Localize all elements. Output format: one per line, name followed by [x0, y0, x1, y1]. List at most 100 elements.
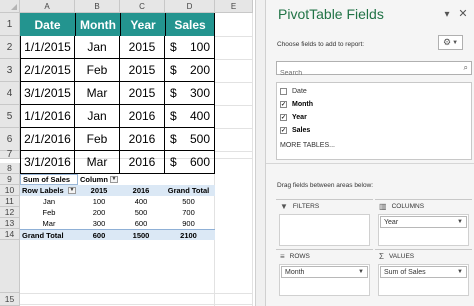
column-header-a[interactable]: A	[20, 0, 75, 13]
column-header-e[interactable]: E	[215, 0, 253, 13]
row-header-4[interactable]: 4	[0, 82, 20, 105]
field-month[interactable]: ✓ Month	[280, 99, 313, 110]
column-header-d[interactable]: D	[165, 0, 215, 13]
column-header-b[interactable]: B	[75, 0, 120, 13]
pivot-cell[interactable]: 700	[162, 207, 215, 218]
field-year[interactable]: ✓ Year	[280, 112, 307, 123]
spreadsheet-grid[interactable]: A B C D E 1 2 3 4 5 6 7 Date Month Year …	[0, 0, 265, 306]
pivot-row-label[interactable]: Jan	[20, 196, 78, 207]
field-date[interactable]: Date	[280, 86, 307, 97]
cell-date[interactable]: 1/1/2016	[20, 105, 75, 128]
rows-field-chip[interactable]: Month ▼	[281, 266, 368, 278]
select-all-corner[interactable]	[0, 0, 20, 13]
table-header-year[interactable]: Year	[120, 13, 165, 36]
cell-date[interactable]: 3/1/2015	[20, 82, 75, 105]
checkbox[interactable]	[280, 88, 287, 95]
table-header-month[interactable]: Month	[75, 13, 120, 36]
search-input[interactable]	[277, 67, 455, 80]
cell-sales[interactable]: $100	[165, 36, 215, 59]
pivot-cell[interactable]: 500	[162, 196, 215, 207]
row-header-11[interactable]: 11	[0, 196, 20, 207]
cell-date[interactable]: 1/1/2015	[20, 36, 75, 59]
cell-year[interactable]: 2016	[120, 128, 165, 151]
cell-year[interactable]: 2015	[120, 59, 165, 82]
pivot-year-header[interactable]: 2016	[120, 185, 162, 196]
filters-area[interactable]: ▼ FILTERS	[276, 199, 373, 247]
pivot-row-label[interactable]: Feb	[20, 207, 78, 218]
pivot-cell[interactable]: 2100	[162, 229, 215, 240]
chevron-down-icon[interactable]: ▼	[457, 269, 463, 275]
pivot-cell[interactable]: 1500	[120, 229, 162, 240]
checkbox-checked[interactable]: ✓	[280, 127, 287, 134]
cell-sales[interactable]: $300	[165, 82, 215, 105]
pivot-cell[interactable]: 900	[162, 218, 215, 229]
columns-drop-zone[interactable]: Year ▼	[378, 214, 469, 246]
cell-month[interactable]: Feb	[75, 128, 120, 151]
checkbox-checked[interactable]: ✓	[280, 101, 287, 108]
row-header-2[interactable]: 2	[0, 36, 20, 59]
cell-year[interactable]: 2015	[120, 82, 165, 105]
row-header-5[interactable]: 5	[0, 105, 20, 128]
table-header-date[interactable]: Date	[20, 13, 75, 36]
columns-area[interactable]: ▥ COLUMNS Year ▼	[375, 199, 472, 247]
pivot-grand-total-label[interactable]: Grand Total	[20, 229, 78, 240]
search-box[interactable]: ⌕	[276, 61, 472, 80]
row-header-10[interactable]: 10	[0, 185, 20, 196]
row-header-15[interactable]: 15	[0, 293, 20, 306]
row-header-14[interactable]: 14	[0, 229, 20, 240]
pivot-cell[interactable]: 400	[120, 196, 162, 207]
chevron-down-icon[interactable]: ▼	[457, 219, 463, 225]
table-header-sales[interactable]: Sales	[165, 13, 215, 36]
cell-sales[interactable]: $400	[165, 105, 215, 128]
cell-month[interactable]: Jan	[75, 105, 120, 128]
pivot-cell[interactable]: 100	[78, 196, 120, 207]
tools-button[interactable]: ⚙ ▼	[438, 35, 463, 50]
cell-date[interactable]: 3/1/2016	[20, 151, 75, 174]
pivot-cell[interactable]: 200	[78, 207, 120, 218]
cell-sales[interactable]: $600	[165, 151, 215, 174]
pivot-value-label[interactable]: Sum of Sales	[20, 174, 78, 185]
column-labels-filter-button[interactable]: ▼	[110, 176, 118, 183]
row-header-6[interactable]: 6	[0, 128, 20, 151]
filters-drop-zone[interactable]	[279, 214, 370, 246]
cell-date[interactable]: 2/1/2016	[20, 128, 75, 151]
more-tables-link[interactable]: MORE TABLES...	[280, 142, 335, 149]
cell-month[interactable]: Mar	[75, 82, 120, 105]
columns-field-chip[interactable]: Year ▼	[380, 216, 467, 228]
values-area[interactable]: Σ VALUES Sum of Sales ▼	[375, 249, 472, 297]
rows-area[interactable]: ≡ ROWS Month ▼	[276, 249, 373, 297]
column-header-c[interactable]: C	[120, 0, 165, 13]
pivot-grand-total-header[interactable]: Grand Total	[162, 185, 215, 196]
row-header-3[interactable]: 3	[0, 59, 20, 82]
pivot-row-label[interactable]: Mar	[20, 218, 78, 229]
pivot-cell[interactable]: 600	[120, 218, 162, 229]
vertical-scrollbar[interactable]	[255, 0, 265, 306]
values-drop-zone[interactable]: Sum of Sales ▼	[378, 264, 469, 296]
cell-year[interactable]: 2016	[120, 151, 165, 174]
row-header-8[interactable]: 8	[0, 163, 20, 174]
row-header-7[interactable]: 7	[0, 149, 20, 160]
cell-year[interactable]: 2015	[120, 36, 165, 59]
cell-month[interactable]: Jan	[75, 36, 120, 59]
pivot-cell[interactable]: 600	[78, 229, 120, 240]
pivot-cell[interactable]: 500	[120, 207, 162, 218]
cell-date[interactable]: 2/1/2015	[20, 59, 75, 82]
row-labels-filter-button[interactable]: ▼	[68, 187, 76, 194]
cell-year[interactable]: 2016	[120, 105, 165, 128]
values-field-chip[interactable]: Sum of Sales ▼	[380, 266, 467, 278]
cell-sales[interactable]: $200	[165, 59, 215, 82]
pivot-year-header[interactable]: 2015	[78, 185, 120, 196]
chevron-down-icon[interactable]: ▼	[358, 269, 364, 275]
chevron-down-icon[interactable]: ▾	[442, 8, 452, 20]
row-header-1[interactable]: 1	[0, 13, 20, 36]
search-icon[interactable]: ⌕	[464, 63, 468, 73]
panel-divider[interactable]	[266, 163, 474, 164]
field-sales[interactable]: ✓ Sales	[280, 125, 310, 136]
rows-drop-zone[interactable]: Month ▼	[279, 264, 370, 296]
cell-month[interactable]: Mar	[75, 151, 120, 174]
row-header-12[interactable]: 12	[0, 207, 20, 218]
close-icon[interactable]: ✕	[458, 7, 468, 20]
row-header-13[interactable]: 13	[0, 218, 20, 229]
cell-sales[interactable]: $500	[165, 128, 215, 151]
row-header-9[interactable]: 9	[0, 174, 20, 185]
